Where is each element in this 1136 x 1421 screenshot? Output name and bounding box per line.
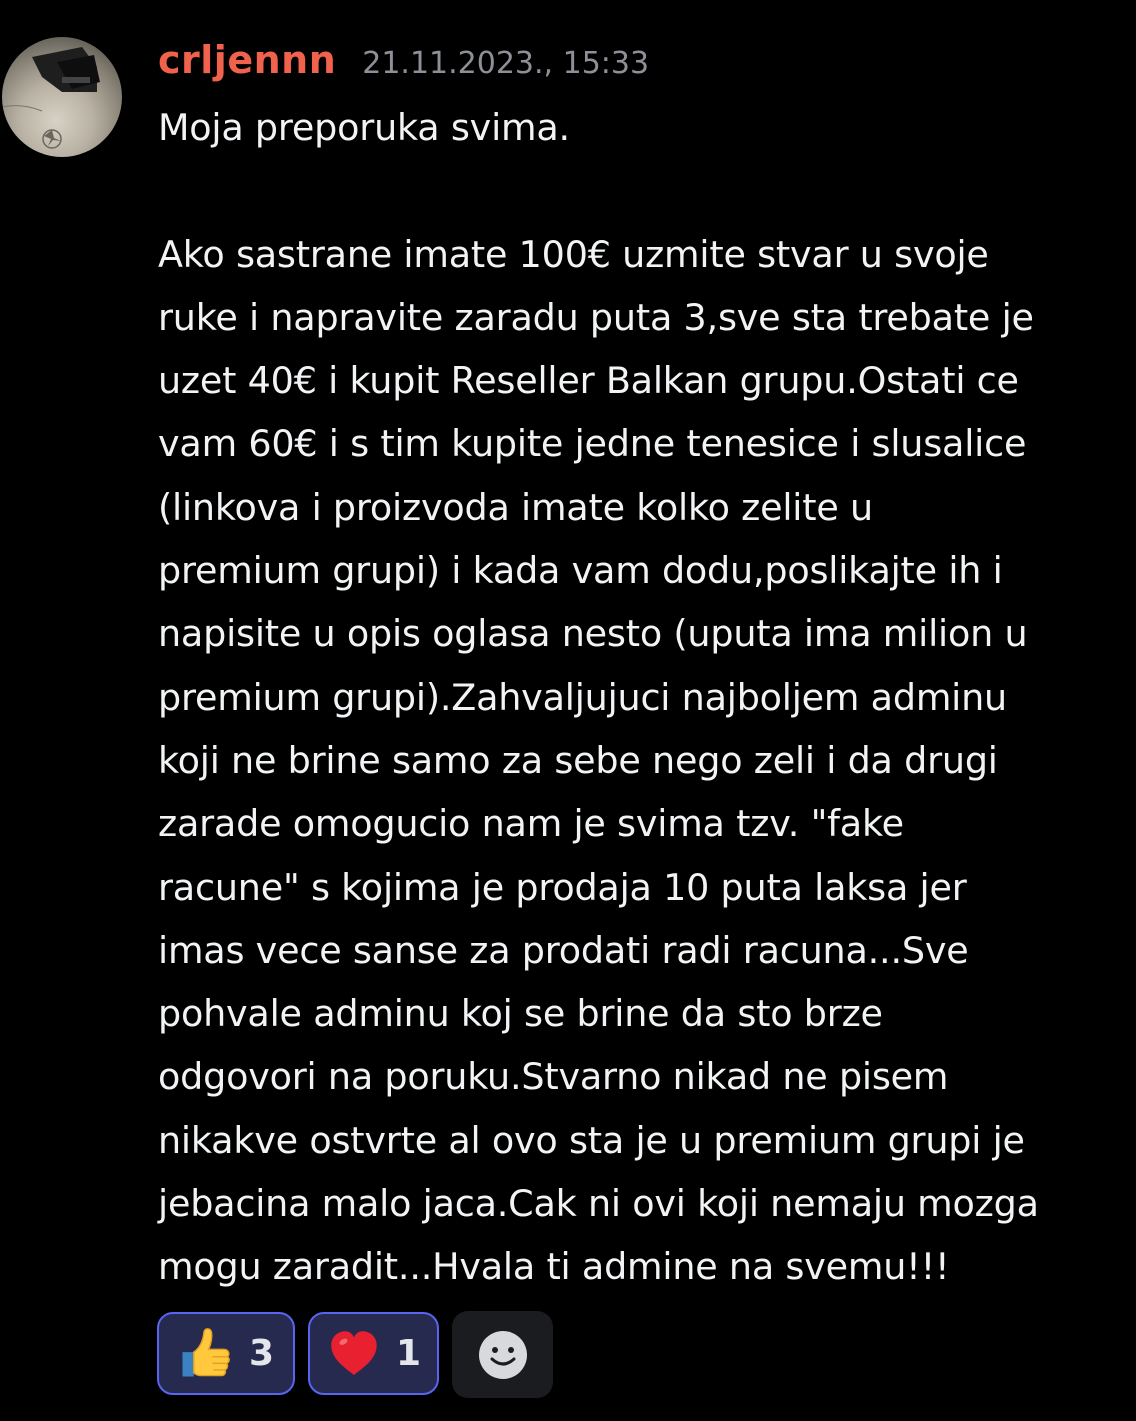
message-line: uzet 40€ i kupit Reseller Balkan grupu.O… [158, 359, 1019, 403]
message-line: Moja preporuka svima. [158, 106, 570, 149]
smiley-icon [478, 1330, 527, 1379]
message-line: racune" s kojima je prodaja 10 puta laks… [158, 865, 967, 909]
message-line [158, 159, 1130, 222]
message-line: pohvale adminu koj se brine da sto brze [158, 992, 883, 1036]
message-line: nikakve ostvrte al ovo sta je u premium … [158, 1118, 1025, 1162]
message-line: zarade omogucio nam je svima tzv. "fake [158, 802, 904, 846]
message-line: jebacina malo jaca.Cak ni ovi koji nemaj… [158, 1182, 1039, 1226]
message-body: Moja preporuka svima. Ako sastrane imate… [158, 96, 1130, 1299]
message-header: crljennn 21.11.2023., 15:33 [158, 38, 649, 82]
avatar[interactable] [2, 37, 122, 157]
reactions-bar: 3 1 [157, 1311, 553, 1398]
message-line: koji ne brine samo za sebe nego zeli i d… [158, 738, 998, 782]
message-line: odgovori na poruku.Stvarno nikad ne pise… [158, 1055, 949, 1099]
message-line: imas vece sanse za prodati radi racuna..… [158, 928, 969, 972]
thumbs-up-icon [182, 1327, 230, 1376]
reaction-count: 3 [249, 1333, 275, 1374]
message-line: vam 60€ i s tim kupite jedne tenesice i … [158, 422, 1027, 466]
avatar-image [2, 47, 100, 149]
reaction-heart[interactable]: 1 [308, 1312, 439, 1395]
heart-icon [331, 1330, 377, 1375]
message-line: premium grupi) i kada vam dodu,poslikajt… [158, 549, 1003, 593]
reaction-count: 1 [395, 1333, 421, 1374]
message-line: (linkova i proizvoda imate kolko zelite … [158, 485, 873, 529]
username[interactable]: crljennn [158, 38, 336, 82]
add-reaction-button[interactable] [452, 1311, 553, 1398]
message-line: premium grupi).Zahvaljujuci najboljem ad… [158, 675, 1007, 719]
message-line: napisite u opis oglasa nesto (uputa ima … [158, 612, 1028, 656]
message-line: ruke i napravite zaradu puta 3,sve sta t… [158, 295, 1034, 339]
timestamp: 21.11.2023., 15:33 [362, 46, 650, 81]
message-line: Ako sastrane imate 100€ uzmite stvar u s… [158, 232, 989, 276]
reaction-thumbs-up[interactable]: 3 [157, 1312, 295, 1395]
message-line: mogu zaradit...Hvala ti admine na svemu!… [158, 1245, 950, 1289]
